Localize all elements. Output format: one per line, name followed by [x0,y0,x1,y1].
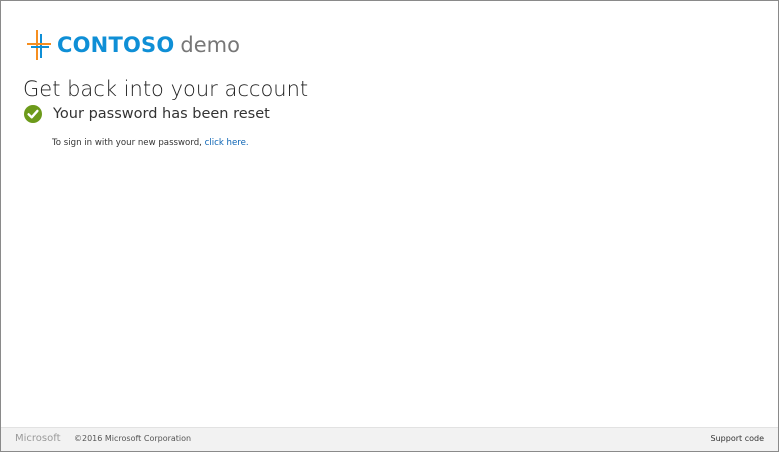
support-code-link[interactable]: Support code [711,434,764,443]
brand-suffix: demo [180,33,240,57]
click-here-link[interactable]: click here. [205,138,249,148]
copyright-text: ©2016 Microsoft Corporation [74,434,192,443]
page-frame: CONTOSO demo Get back into your account Y… [0,0,779,452]
brand-name: CONTOSO [57,33,175,57]
microsoft-logo: Microsoft [15,433,61,444]
contoso-logo: CONTOSO demo [27,29,240,61]
reset-status: Your password has been reset [24,103,270,125]
page-title: Get back into your account [23,77,309,101]
sign-in-hint-text: To sign in with your new password, [52,138,202,148]
contoso-logo-icon [27,30,51,60]
check-circle-icon [24,105,42,123]
brand-wordmark: CONTOSO demo [57,30,240,60]
footer: Microsoft ©2016 Microsoft Corporation Su… [1,427,778,451]
status-message: Your password has been reset [53,106,270,122]
sign-in-hint: To sign in with your new password, click… [52,138,249,148]
